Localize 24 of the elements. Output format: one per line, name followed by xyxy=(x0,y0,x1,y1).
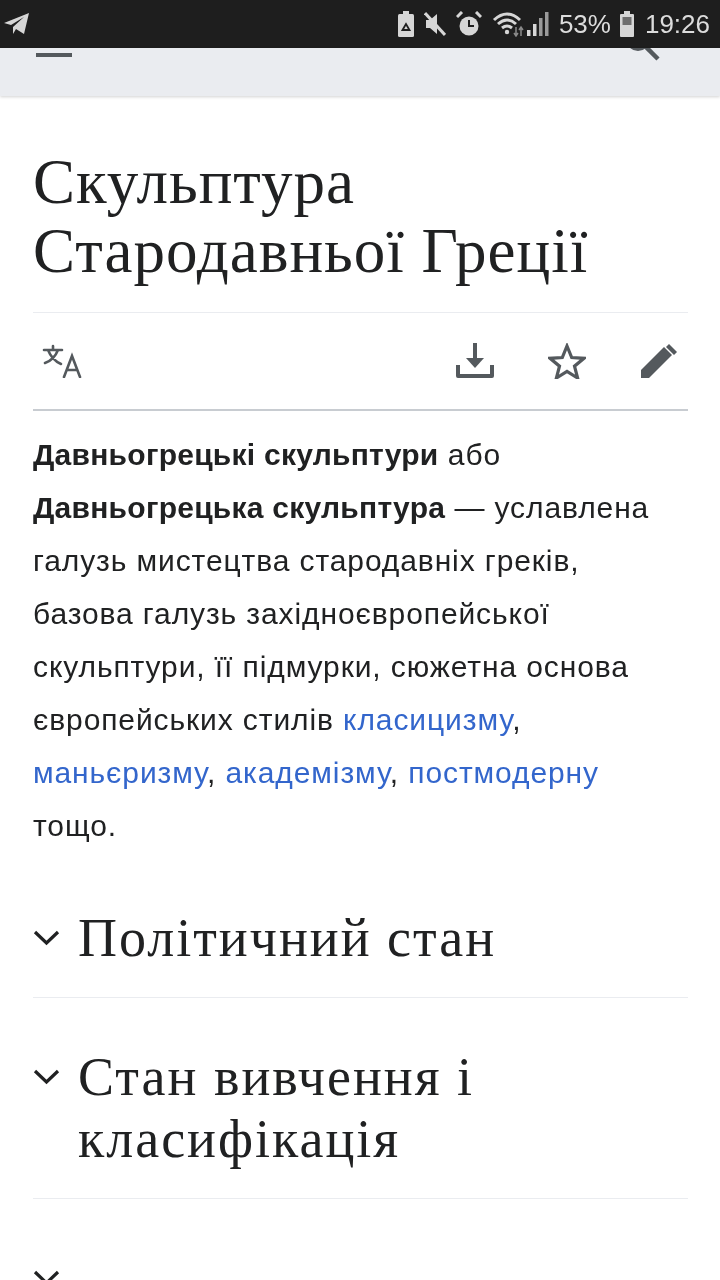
article-paragraph: Давньогрецькі скульптури або Давньогрецька скульптура — уславлена галузь мистецтва стародавніх греків, базова галузь західноєвропейської скульптури, її підмурки, сюжетна основа європейських стилів класицизму, маньєризму, академізму, постмодерну тощо. xyxy=(33,437,651,844)
article-link[interactable]: постмодерну xyxy=(408,756,599,789)
section-heading[interactable]: Політичний стан xyxy=(78,907,497,969)
battery-recycle-icon xyxy=(397,11,414,37)
article-link[interactable]: маньєризму xyxy=(33,756,207,789)
battery-icon xyxy=(619,11,634,37)
language-icon[interactable] xyxy=(42,344,82,378)
wifi-icon xyxy=(491,11,524,37)
chevron-icon[interactable] xyxy=(33,930,60,946)
muted-speaker-icon xyxy=(423,12,446,36)
chevron-icon[interactable] xyxy=(33,1069,60,1085)
alarm-clock-icon xyxy=(455,11,482,37)
signal-icon xyxy=(526,12,549,36)
pencil-icon[interactable] xyxy=(640,343,678,379)
status-time: 19:26 xyxy=(644,9,710,39)
article-title: Скульптура Стародавньої Греції xyxy=(33,148,688,313)
section-heading[interactable]: Стан вивчення і класифікація xyxy=(78,1046,688,1170)
article-link[interactable]: класицизму xyxy=(343,703,513,736)
download-icon[interactable] xyxy=(456,343,494,379)
paper-plane-icon xyxy=(4,13,30,35)
chevron-icon[interactable] xyxy=(33,1270,60,1280)
star-icon[interactable] xyxy=(548,343,586,379)
article-link[interactable]: академізму xyxy=(225,756,390,789)
battery-percent: 53% xyxy=(558,9,611,39)
